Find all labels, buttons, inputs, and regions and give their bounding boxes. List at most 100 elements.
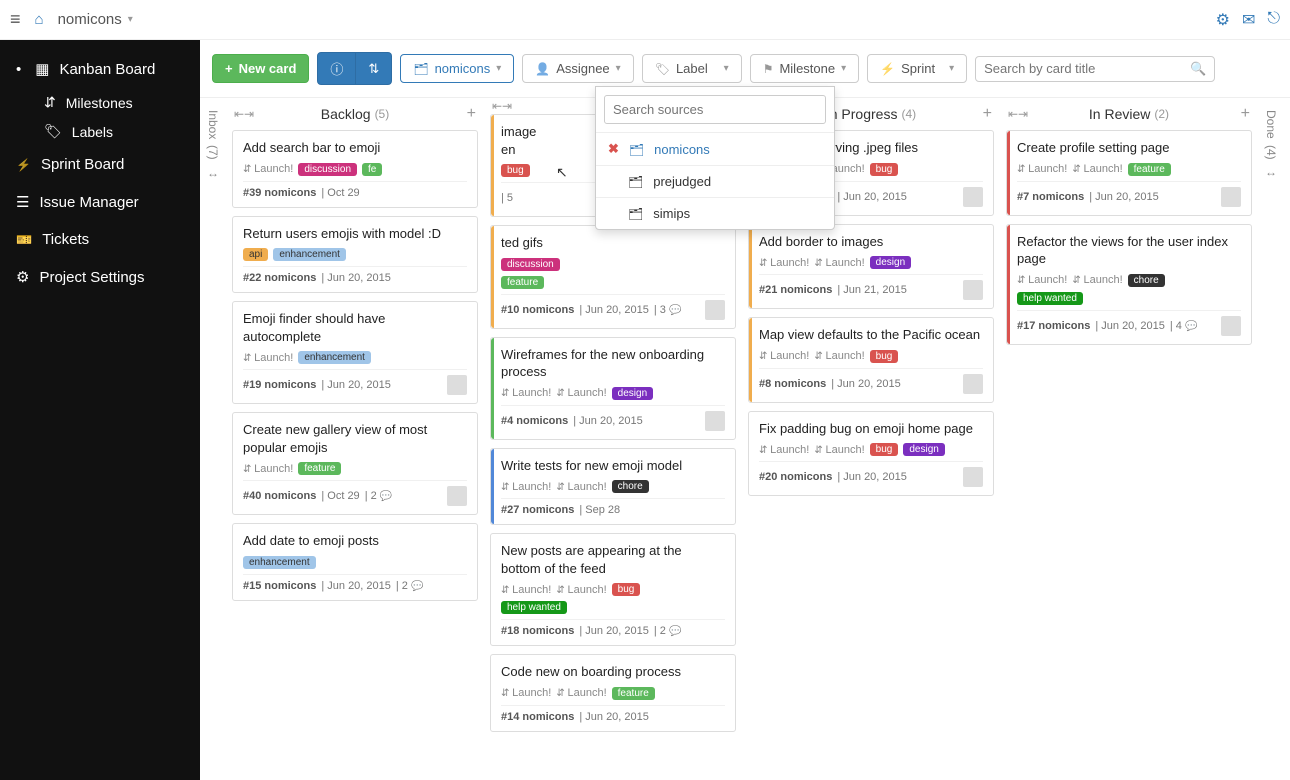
compare-button[interactable] — [356, 52, 392, 85]
sidebar-item-issues[interactable]: Issue Manager — [0, 183, 200, 221]
tag-icon — [655, 61, 670, 76]
milestone-badge: Launch! — [814, 257, 864, 269]
sidebar-item-settings[interactable]: ⚙ Project Settings — [0, 258, 200, 296]
home-icon[interactable]: ⌂ — [35, 11, 44, 28]
board-column: ⇤⇥ In Review (2) +Create profile setting… — [1004, 98, 1254, 770]
card-meta: apienhancement — [243, 248, 467, 261]
column-body: Create profile setting pageLaunch!Launch… — [1004, 130, 1254, 770]
source-filter-button[interactable]: nomicons ▾ — [400, 54, 514, 83]
gear-icon[interactable] — [1216, 10, 1230, 30]
project-dropdown[interactable]: nomicons ▾ — [58, 11, 133, 28]
logout-icon[interactable] — [1267, 10, 1280, 30]
add-card-icon[interactable]: + — [467, 105, 476, 123]
source-option-prejudged[interactable]: prejudged — [596, 165, 834, 197]
search-box[interactable] — [975, 56, 1215, 82]
option-label: simips — [653, 206, 690, 221]
kanban-card[interactable]: Refactor the views for the user index pa… — [1006, 224, 1252, 345]
expand-icon[interactable]: ↔ — [1265, 165, 1277, 179]
card-footer: #40 nomicons| Oct 29| 2 — [243, 480, 467, 506]
sidebar-item-labels[interactable]: 🏷 Labels — [44, 117, 200, 146]
kanban-card[interactable]: Fix padding bug on emoji home pageLaunch… — [748, 411, 994, 497]
label-badge: feature — [501, 276, 544, 289]
card-footer: #10 nomicons| Jun 20, 2015| 3 — [501, 294, 725, 320]
rail-label: Inbox — [206, 110, 220, 139]
sprint-filter-button[interactable]: Sprint ▾ — [867, 54, 967, 83]
source-dropdown-panel: ✖ nomicons prejudged simips — [595, 86, 835, 230]
card-meta: help wanted — [1017, 292, 1241, 305]
source-search-input[interactable] — [604, 95, 826, 124]
expand-icon[interactable]: ↔ — [207, 166, 219, 180]
kanban-card[interactable]: Add search bar to emojiLaunch!discussion… — [232, 130, 478, 208]
card-meta: Launch! enhancement — [243, 351, 467, 364]
milestone-filter-button[interactable]: Milestone ▾ — [750, 54, 859, 83]
card-title: Wireframes for the new onboarding proces… — [501, 346, 725, 381]
collapse-icon[interactable]: ⇤⇥ — [492, 99, 512, 113]
card-meta: Launch!Launch!bug — [759, 350, 983, 363]
card-date: | Jun 20, 2015 — [321, 580, 391, 592]
sidebar: Kanban Board ⇵ Milestones 🏷 Labels Sprin… — [0, 40, 200, 780]
kanban-card[interactable]: Add border to imagesLaunch!Launch!design… — [748, 224, 994, 310]
kanban-card[interactable]: Create new gallery view of most popular … — [232, 412, 478, 515]
sidebar-item-tickets[interactable]: Tickets — [0, 221, 200, 258]
kanban-card[interactable]: Emoji finder should have autocompleteLau… — [232, 301, 478, 404]
card-ref: #27 nomicons — [501, 504, 574, 516]
sidebar-item-sprint[interactable]: Sprint Board — [0, 146, 200, 183]
label-filter-button[interactable]: Label ▾ — [642, 54, 742, 83]
milestone-badge: Launch! — [814, 350, 864, 362]
card-meta: enhancement — [243, 556, 467, 569]
label-badge: enhancement — [298, 351, 371, 364]
add-card-icon[interactable]: + — [983, 105, 992, 123]
menu-icon[interactable] — [10, 9, 21, 30]
card-comments: | 2 — [365, 490, 393, 502]
tag-icon: 🏷 — [44, 123, 62, 140]
label-badge: design — [612, 387, 653, 400]
sidebar-item-kanban[interactable]: Kanban Board — [0, 50, 200, 88]
search-input[interactable] — [984, 61, 1190, 76]
label-badge: fe — [362, 163, 382, 176]
card-comments: | 3 — [654, 304, 682, 316]
remove-icon[interactable]: ✖ — [608, 141, 619, 157]
milestone-badge: Launch! — [1072, 274, 1122, 286]
milestone-badge: Launch! — [243, 352, 293, 364]
source-option-nomicons[interactable]: ✖ nomicons — [596, 132, 834, 165]
card-ref: #8 nomicons — [759, 378, 826, 390]
kanban-card[interactable]: Create profile setting pageLaunch!Launch… — [1006, 130, 1252, 216]
card-ref: #20 nomicons — [759, 471, 832, 483]
sidebar-item-label: Milestones — [66, 95, 133, 111]
kanban-card[interactable]: New posts are appearing at the bottom of… — [490, 533, 736, 646]
inbox-rail[interactable]: Inbox (7) ↔ — [200, 98, 226, 770]
card-date: | Oct 29 — [321, 490, 359, 502]
card-footer: #8 nomicons| Jun 20, 2015 — [759, 368, 983, 394]
sidebar-item-label: Labels — [72, 124, 113, 140]
sidebar-item-label: Issue Manager — [39, 194, 138, 211]
kanban-card[interactable]: Write tests for new emoji modelLaunch!La… — [490, 448, 736, 526]
collapse-icon[interactable]: ⇤⇥ — [234, 107, 254, 121]
search-icon — [1190, 61, 1206, 77]
comment-icon — [1185, 320, 1197, 332]
done-rail[interactable]: Done (4) ↔ — [1258, 98, 1284, 770]
column-count: (5) — [375, 107, 390, 121]
milestone-icon: ⇵ — [44, 94, 56, 111]
source-option-simips[interactable]: simips — [596, 197, 834, 229]
collapse-icon[interactable]: ⇤⇥ — [1008, 107, 1028, 121]
avatar — [1221, 316, 1241, 336]
assignee-filter-button[interactable]: Assignee ▾ — [522, 54, 633, 83]
add-card-icon[interactable]: + — [1241, 105, 1250, 123]
kanban-card[interactable]: Add date to emoji postsenhancement#15 no… — [232, 523, 478, 601]
label-badge: enhancement — [273, 248, 346, 261]
button-label: New card — [239, 61, 297, 76]
kanban-card[interactable]: Return users emojis with model :D apienha… — [232, 216, 478, 294]
kanban-card[interactable]: Map view defaults to the Pacific oceanLa… — [748, 317, 994, 403]
kanban-card[interactable]: ted gifsdiscussionfeature#10 nomicons| J… — [490, 225, 736, 329]
kanban-card[interactable]: Code new on boarding processLaunch!Launc… — [490, 654, 736, 732]
label-badge: bug — [870, 163, 899, 176]
new-card-button[interactable]: New card — [212, 54, 309, 83]
sidebar-item-milestones[interactable]: ⇵ Milestones — [44, 88, 200, 117]
label-badge: bug — [612, 583, 641, 596]
card-title: Return users emojis with model :D — [243, 225, 467, 243]
mail-icon[interactable] — [1242, 10, 1255, 30]
info-button[interactable] — [317, 52, 356, 85]
kanban-card[interactable]: Wireframes for the new onboarding proces… — [490, 337, 736, 440]
card-date: | Jun 20, 2015 — [837, 191, 907, 203]
milestone-badge: Launch! — [501, 387, 551, 399]
